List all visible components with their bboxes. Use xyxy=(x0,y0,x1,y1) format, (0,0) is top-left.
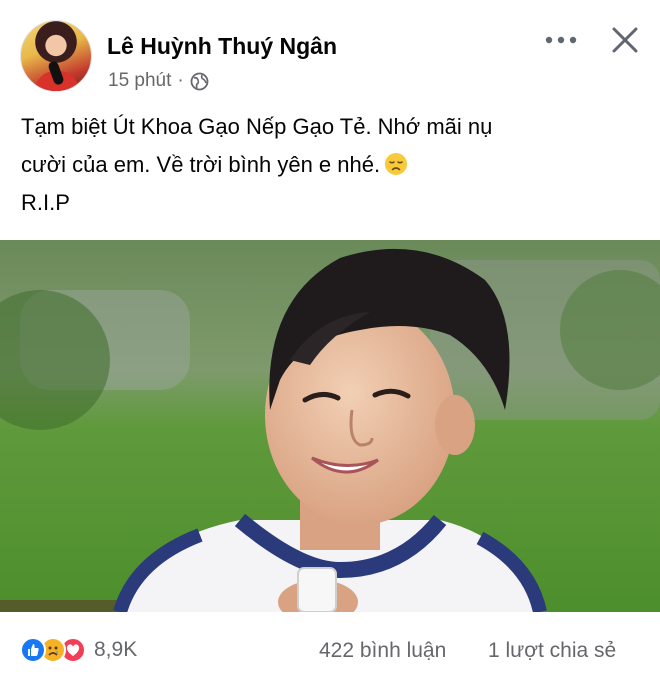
facebook-post: Lê Huỳnh Thuý Ngân 15 phút · Tạm biệt Út… xyxy=(0,0,660,683)
caption-line-2-text: cười của em. Về trời bình yên e nhé. xyxy=(21,152,381,177)
post-caption: Tạm biệt Út Khoa Gạo Nếp Gạo Tẻ. Nhớ mãi… xyxy=(21,108,641,222)
author-name[interactable]: Lê Huỳnh Thuý Ngân xyxy=(107,33,337,60)
close-icon[interactable] xyxy=(607,22,643,58)
reactions-summary[interactable]: 8,9K xyxy=(20,637,137,663)
sad-face-emoji xyxy=(384,150,408,175)
caption-line-2: cười của em. Về trời bình yên e nhé. xyxy=(21,146,641,184)
share-count[interactable]: 1 lượt chia sẻ xyxy=(488,639,616,663)
caption-line-3: R.I.P xyxy=(21,190,70,215)
post-meta: 15 phút · xyxy=(108,70,209,92)
post-header: Lê Huỳnh Thuý Ngân 15 phút · xyxy=(0,0,660,100)
caption-line-1: Tạm biệt Út Khoa Gạo Nếp Gạo Tẻ. Nhớ mãi… xyxy=(21,114,493,139)
post-photo[interactable] xyxy=(0,240,660,612)
meta-separator: · xyxy=(177,70,184,91)
post-time[interactable]: 15 phút xyxy=(108,70,171,92)
more-horizontal-icon[interactable] xyxy=(543,26,579,54)
author-avatar[interactable] xyxy=(20,20,92,92)
reaction-count: 8,9K xyxy=(94,638,138,661)
globe-icon[interactable] xyxy=(190,72,209,91)
post-footer: 8,9K 422 bình luận 1 lượt chia sẻ xyxy=(0,612,660,683)
comment-count[interactable]: 422 bình luận xyxy=(319,639,446,663)
boy-photo xyxy=(0,240,660,612)
like-icon xyxy=(20,637,46,663)
